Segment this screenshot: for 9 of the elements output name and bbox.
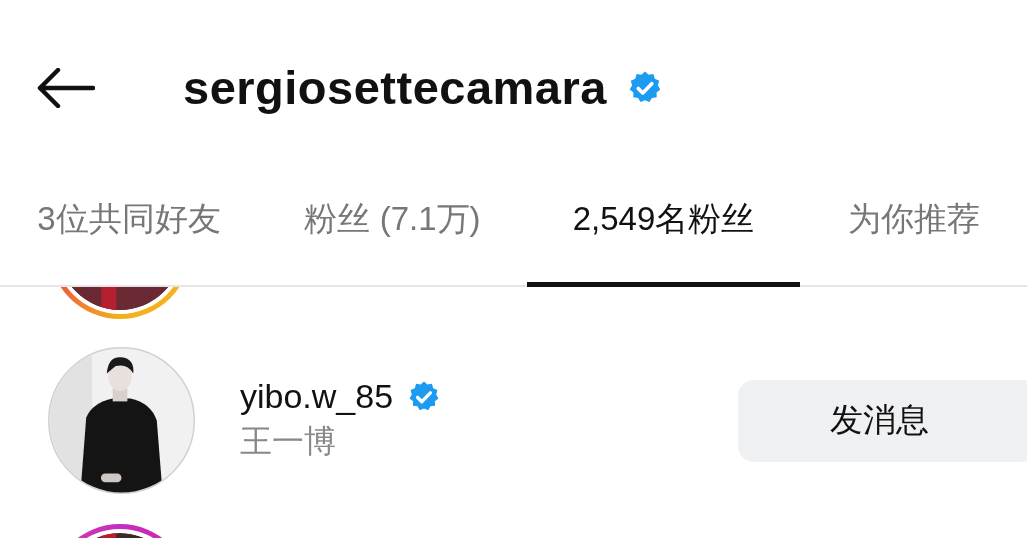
tab[interactable]: 为你推荐 [800, 175, 1027, 287]
full-name: 王一博 [240, 422, 337, 461]
tab[interactable]: 粉丝 (7.1万) [258, 175, 527, 287]
username[interactable]: yibo.w_85 [240, 377, 394, 416]
tab[interactable]: 2,549名粉丝 [527, 175, 800, 287]
tab[interactable]: 3位共同好友 [0, 175, 258, 287]
page-title: sergiosettecamara [183, 60, 607, 115]
back-arrow-icon[interactable] [37, 67, 95, 108]
message-button[interactable]: 发消息 [738, 379, 1027, 462]
